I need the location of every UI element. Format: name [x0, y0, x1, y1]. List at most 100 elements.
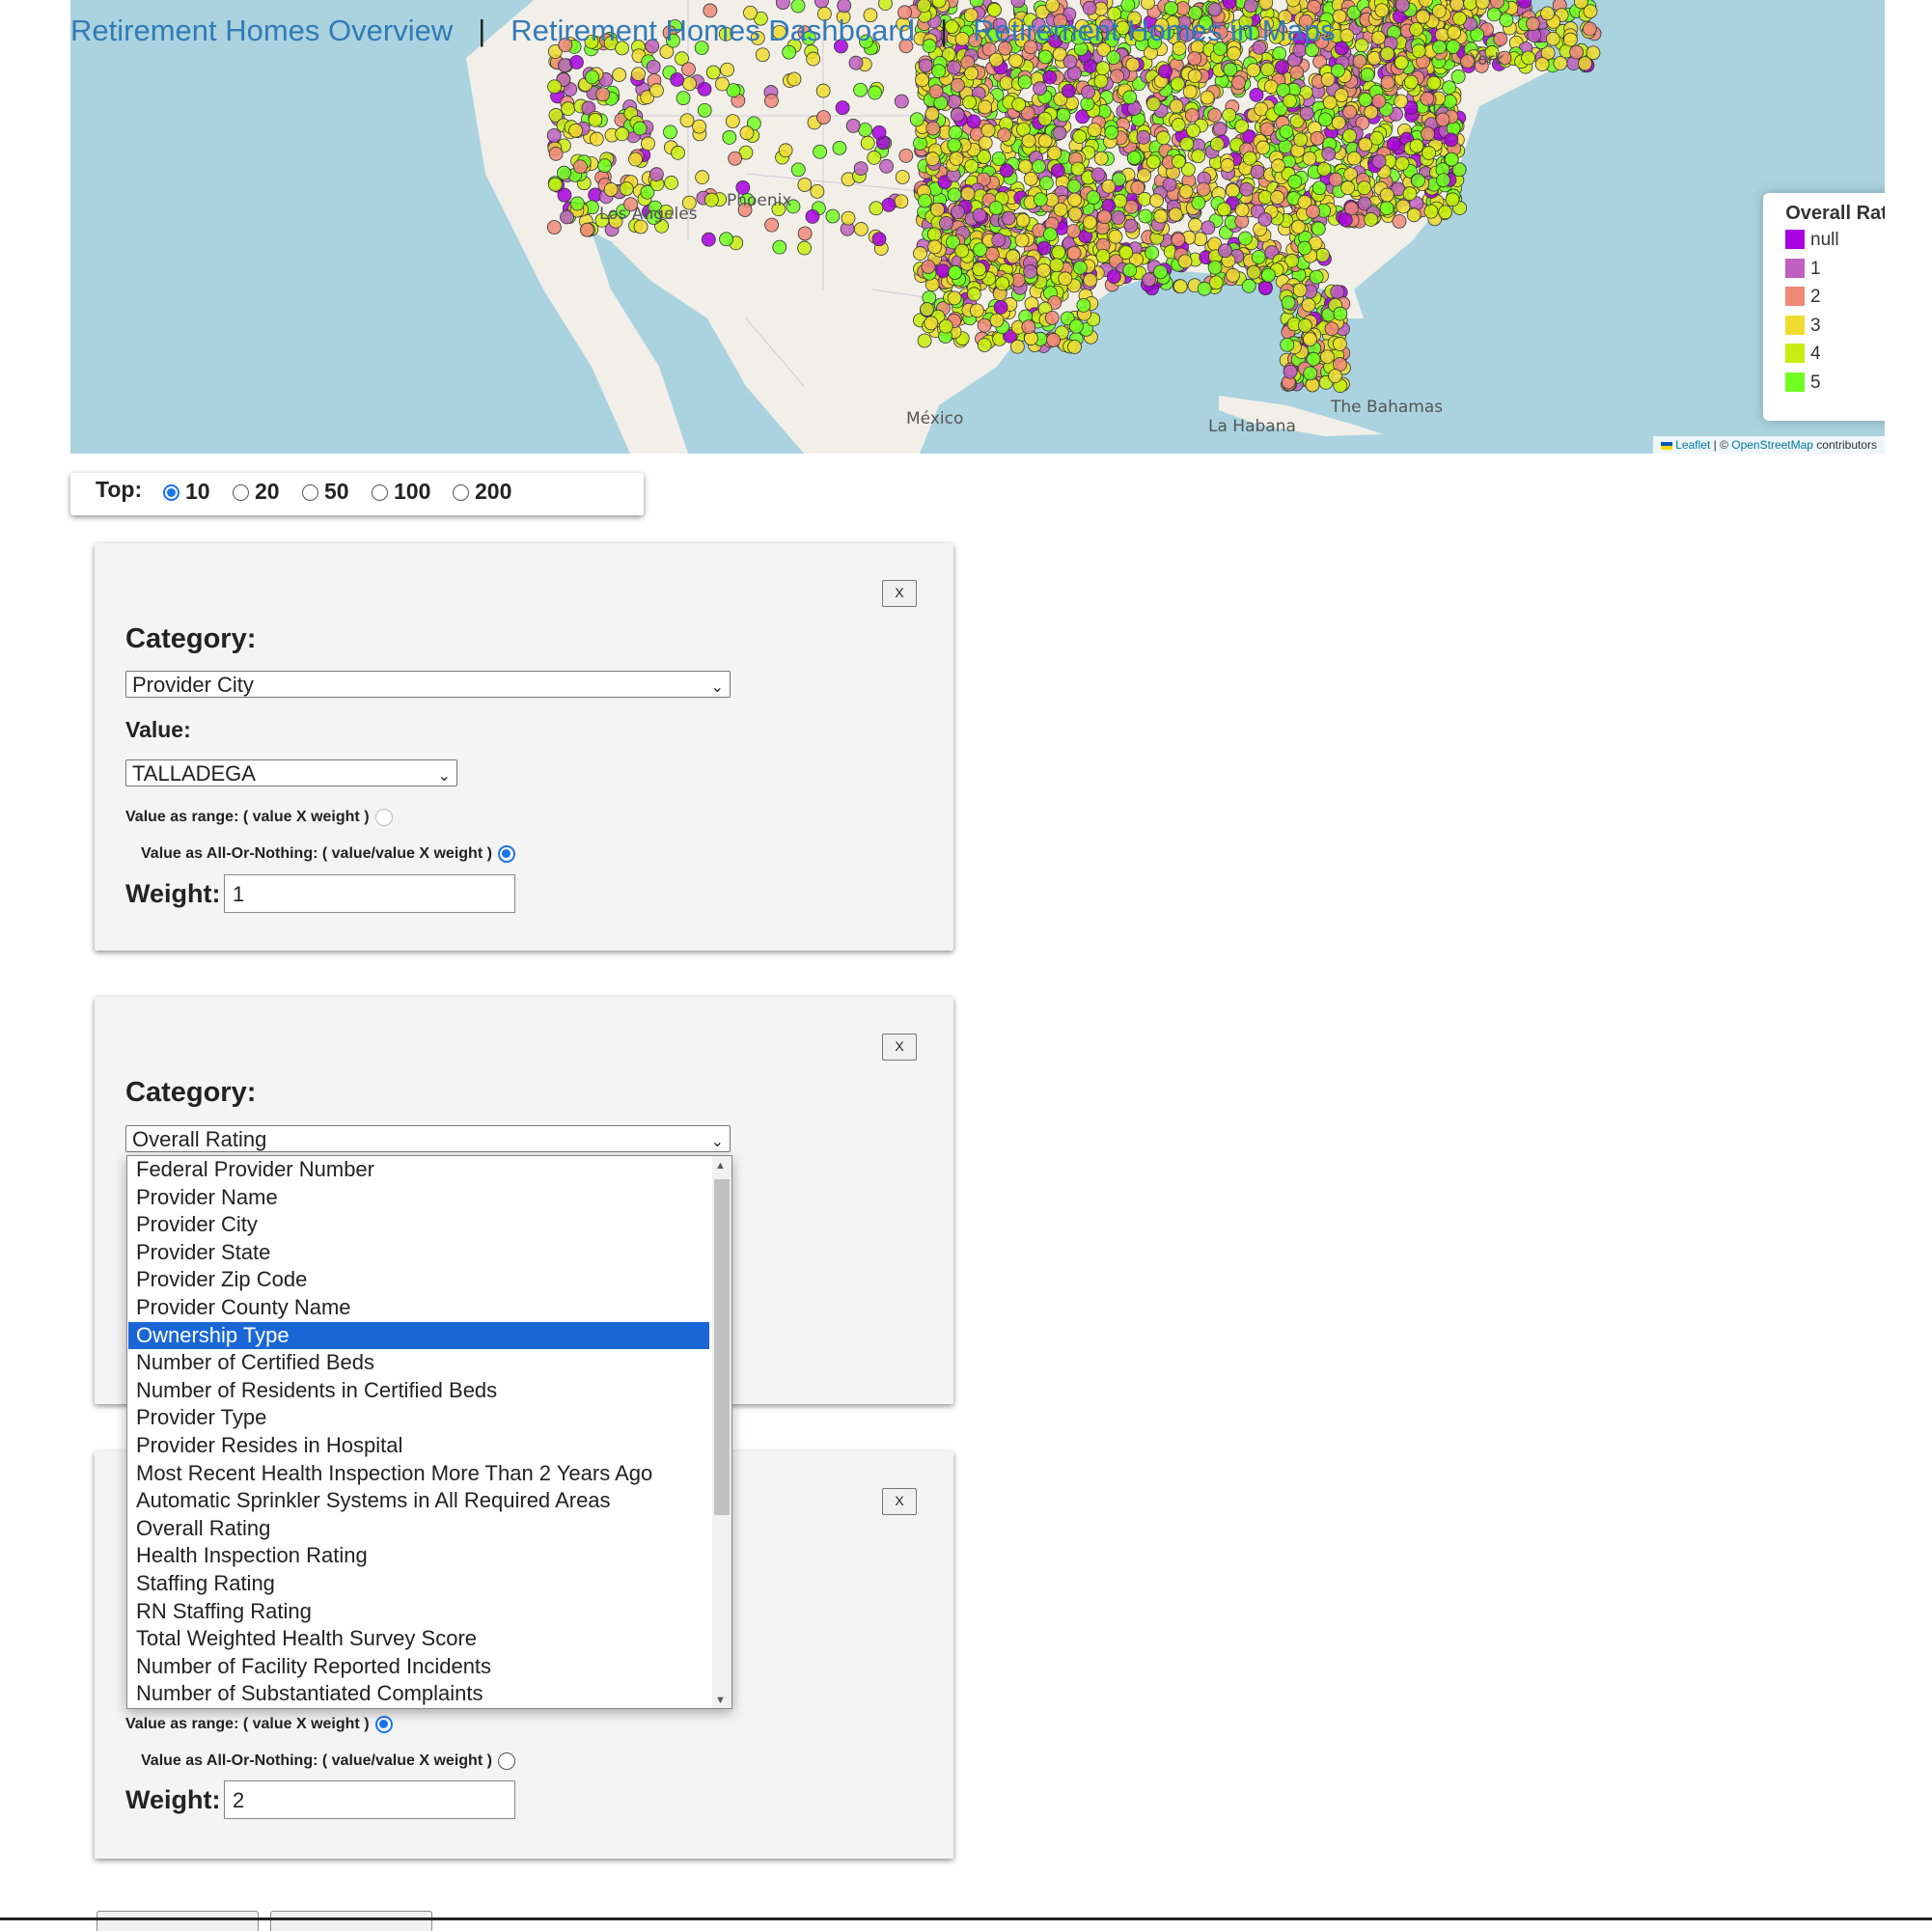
- map-marker[interactable]: [561, 101, 576, 116]
- map-marker[interactable]: [1118, 245, 1134, 261]
- map-marker[interactable]: [1145, 245, 1160, 261]
- map-marker[interactable]: [1187, 69, 1202, 84]
- map-marker[interactable]: [878, 0, 893, 11]
- map-marker[interactable]: [869, 201, 884, 216]
- map-marker[interactable]: [1218, 243, 1232, 259]
- map-marker[interactable]: [692, 119, 706, 134]
- map-marker[interactable]: [720, 62, 734, 77]
- map-marker[interactable]: [1316, 161, 1332, 177]
- map-marker[interactable]: [978, 135, 993, 151]
- map-marker[interactable]: [589, 131, 604, 147]
- map-marker[interactable]: [972, 207, 987, 223]
- map-marker[interactable]: [663, 124, 677, 140]
- map-marker[interactable]: [548, 177, 563, 192]
- map-marker[interactable]: [1582, 21, 1597, 37]
- map-marker[interactable]: [1257, 189, 1273, 205]
- map-marker[interactable]: [964, 66, 979, 81]
- map-marker[interactable]: [679, 113, 695, 128]
- map-marker[interactable]: [1171, 118, 1186, 132]
- dropdown-option[interactable]: Provider Zip Code: [128, 1266, 709, 1294]
- map-marker[interactable]: [1258, 281, 1273, 296]
- map-marker[interactable]: [841, 210, 856, 226]
- map-marker[interactable]: [1021, 319, 1036, 335]
- map-marker[interactable]: [1521, 50, 1536, 66]
- bottom-button[interactable]: [97, 1911, 259, 1931]
- bottom-button[interactable]: [270, 1911, 432, 1931]
- map-marker[interactable]: [1442, 80, 1457, 96]
- map-marker[interactable]: [1067, 207, 1083, 221]
- map-marker[interactable]: [1403, 74, 1419, 90]
- map-marker[interactable]: [1394, 55, 1409, 70]
- map-marker[interactable]: [1280, 337, 1295, 352]
- scrollbar-thumb[interactable]: [714, 1179, 730, 1515]
- map-marker[interactable]: [695, 170, 710, 185]
- map-marker[interactable]: [951, 77, 965, 93]
- map-marker[interactable]: [649, 83, 664, 98]
- map-marker[interactable]: [948, 265, 963, 280]
- map-marker[interactable]: [557, 58, 572, 73]
- map-marker[interactable]: [1283, 364, 1298, 379]
- map-marker[interactable]: [1177, 254, 1193, 269]
- map-marker[interactable]: [1305, 377, 1320, 393]
- map-marker[interactable]: [853, 161, 869, 177]
- map-marker[interactable]: [1162, 177, 1177, 192]
- map-marker[interactable]: [1301, 297, 1316, 313]
- radio-button[interactable]: [497, 1752, 515, 1770]
- dropdown-option[interactable]: Number of Substantiated Complaints: [128, 1680, 709, 1708]
- dropdown-option[interactable]: RN Staffing Rating: [128, 1598, 709, 1626]
- map-marker[interactable]: [1191, 195, 1206, 210]
- map-marker[interactable]: [1421, 146, 1437, 160]
- map-marker[interactable]: [969, 303, 984, 318]
- map-marker[interactable]: [816, 110, 831, 125]
- map-marker[interactable]: [1243, 0, 1258, 14]
- map-marker[interactable]: [1111, 210, 1126, 225]
- map-marker[interactable]: [832, 140, 847, 155]
- map-marker[interactable]: [704, 192, 719, 207]
- map-marker[interactable]: [612, 68, 627, 82]
- map-marker[interactable]: [1311, 221, 1326, 236]
- map-marker[interactable]: [918, 58, 933, 73]
- map-marker[interactable]: [569, 196, 585, 211]
- map-marker[interactable]: [1450, 69, 1466, 84]
- map-marker[interactable]: [1334, 41, 1349, 56]
- map-marker[interactable]: [671, 145, 685, 160]
- map-marker[interactable]: [1330, 284, 1345, 299]
- map-marker[interactable]: [1394, 155, 1410, 171]
- map-marker[interactable]: [1042, 69, 1058, 85]
- map-marker[interactable]: [1411, 43, 1426, 59]
- map-marker[interactable]: [1358, 93, 1373, 107]
- map-marker[interactable]: [1309, 269, 1324, 285]
- top-option-50[interactable]: 50: [302, 479, 349, 505]
- map-marker[interactable]: [909, 112, 925, 127]
- map-marker[interactable]: [1141, 0, 1155, 11]
- map-marker[interactable]: [664, 176, 679, 190]
- map-marker[interactable]: [1260, 267, 1276, 283]
- dropdown-option[interactable]: Total Weighted Health Survey Score: [128, 1625, 709, 1653]
- map-marker[interactable]: [1250, 164, 1265, 179]
- map-marker[interactable]: [1499, 13, 1514, 28]
- map-marker[interactable]: [722, 130, 737, 145]
- map-marker[interactable]: [913, 136, 927, 151]
- map-marker[interactable]: [1272, 46, 1287, 61]
- map-marker[interactable]: [1310, 130, 1325, 146]
- map-marker[interactable]: [546, 220, 562, 234]
- map-marker[interactable]: [1297, 240, 1312, 256]
- map-marker[interactable]: [926, 227, 942, 242]
- map-marker[interactable]: [1226, 267, 1240, 283]
- map-marker[interactable]: [1270, 190, 1284, 205]
- map-marker[interactable]: [848, 55, 864, 70]
- map-marker[interactable]: [950, 107, 965, 123]
- map-marker[interactable]: [1438, 205, 1453, 220]
- map-marker[interactable]: [681, 62, 696, 77]
- map-marker[interactable]: [917, 333, 932, 348]
- map-marker[interactable]: [917, 0, 931, 14]
- top-option-200[interactable]: 200: [453, 479, 511, 505]
- map-marker[interactable]: [924, 316, 939, 331]
- map-marker[interactable]: [1256, 140, 1271, 155]
- map-marker[interactable]: [790, 162, 806, 178]
- map-marker[interactable]: [1130, 180, 1145, 195]
- map-marker[interactable]: [1444, 152, 1459, 167]
- map-marker[interactable]: [1087, 123, 1102, 138]
- map-marker[interactable]: [1321, 146, 1337, 161]
- osm-link[interactable]: OpenStreetMap: [1731, 438, 1813, 452]
